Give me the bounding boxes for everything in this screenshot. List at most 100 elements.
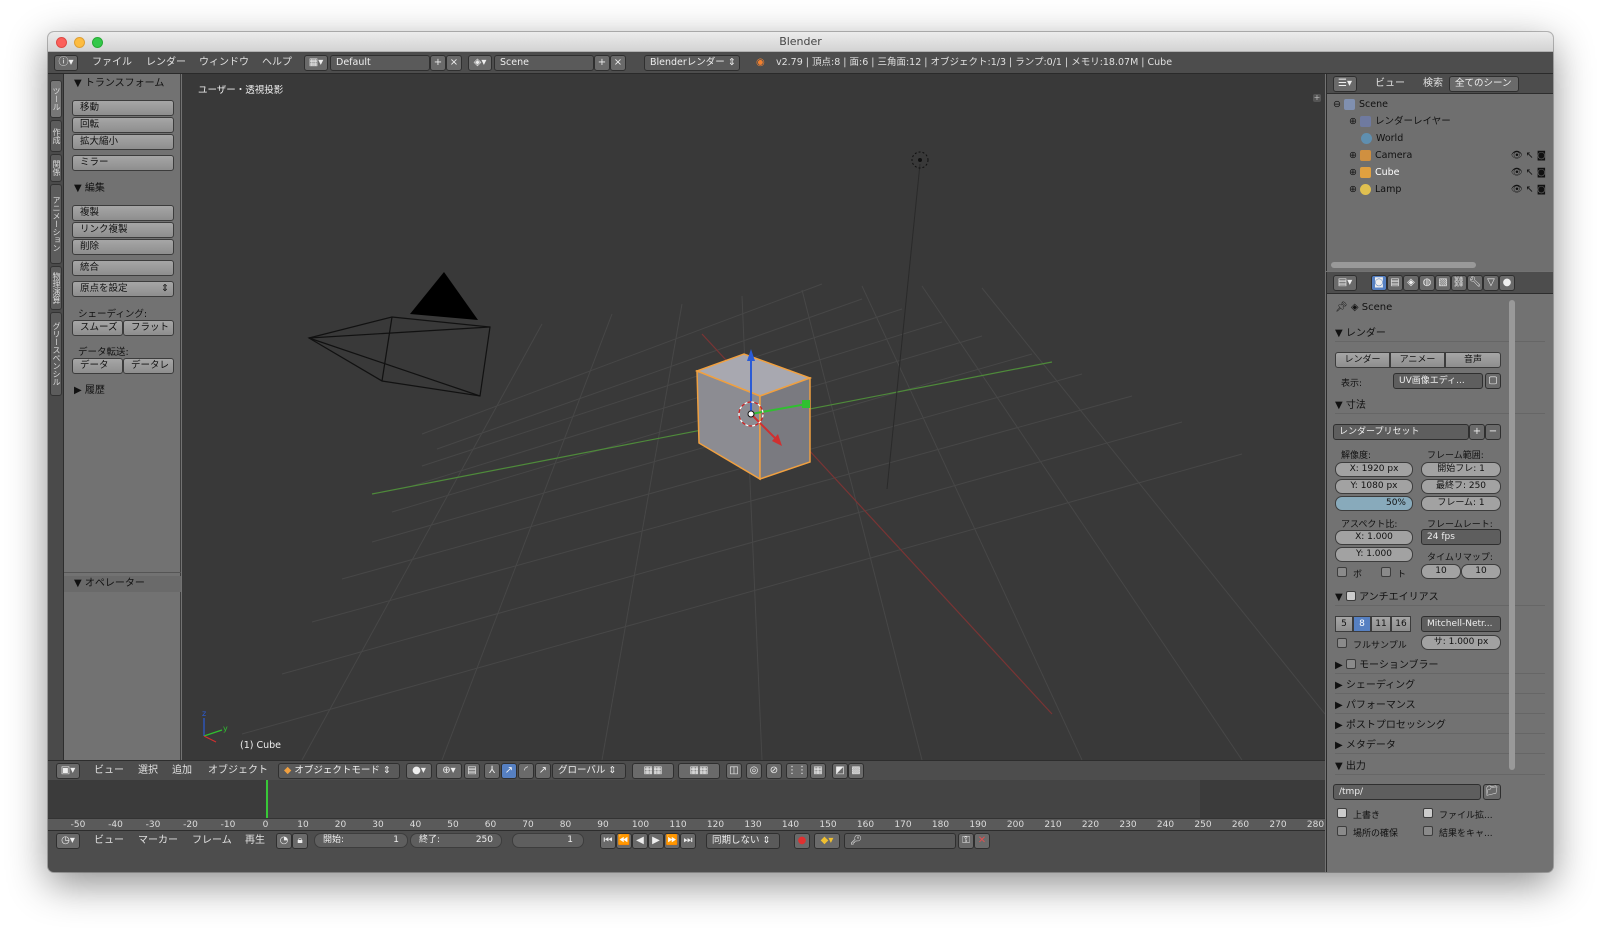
scale-manipulator-icon[interactable]: ◜: [518, 763, 534, 779]
start-frame-field[interactable]: 開始: 1: [314, 833, 408, 848]
menu-file[interactable]: ファイル: [92, 52, 132, 74]
orientation-dropdown[interactable]: グローバル ⇕: [552, 763, 626, 779]
menu-add[interactable]: 追加: [172, 761, 192, 781]
mode-dropdown[interactable]: ◆ オブジェクトモード ⇕: [278, 763, 400, 779]
overwrite-checkbox[interactable]: [1337, 808, 1347, 818]
render-anim-icon[interactable]: ▩: [848, 763, 864, 779]
lock-interface-icon[interactable]: ▢: [1485, 373, 1501, 389]
menu-window[interactable]: ウィンドウ: [199, 52, 249, 74]
menu-render[interactable]: レンダー: [146, 52, 186, 74]
editor-type-properties-icon[interactable]: ▤▾: [1333, 275, 1357, 291]
editor-type-3d-icon[interactable]: ▣▾: [56, 763, 80, 779]
current-frame-field[interactable]: 1: [512, 833, 584, 848]
outliner-menu-search[interactable]: 検索: [1423, 74, 1443, 94]
rotate-manipulator-icon[interactable]: ↗: [501, 763, 517, 779]
link-duplicate-button[interactable]: リンク複製: [72, 222, 174, 238]
menu-view[interactable]: ビュー: [94, 761, 124, 781]
tab-grease-pencil[interactable]: グリースペンシル: [50, 312, 62, 396]
display-mode-dropdown[interactable]: 全てのシーン: [1449, 76, 1519, 92]
modifier-context-icon[interactable]: 🔧︎: [1467, 275, 1483, 291]
3d-viewport[interactable]: z y ユーザー・透視投影 (1) Cube +: [182, 74, 1325, 760]
antialiasing-checkbox[interactable]: [1345, 591, 1356, 601]
audio-button[interactable]: 音声: [1445, 352, 1501, 368]
mirror-button[interactable]: ミラー: [72, 155, 174, 171]
editor-type-icon[interactable]: ⓘ▾: [54, 55, 78, 71]
folder-browse-icon[interactable]: 📁︎: [1483, 784, 1501, 800]
manipulator-toggle-icon[interactable]: ▤: [464, 763, 480, 779]
outliner-row-camera[interactable]: ⊕ Camera 👁︎ ↖ ◙: [1327, 147, 1553, 164]
filter-size-field[interactable]: サ: 1.000 px: [1421, 635, 1501, 650]
tab-tools[interactable]: ツール: [50, 80, 62, 118]
aa-samples-16[interactable]: 16: [1391, 616, 1411, 632]
material-context-icon[interactable]: ●: [1499, 275, 1515, 291]
output-path-field[interactable]: /tmp/: [1333, 784, 1481, 800]
frame-end-field[interactable]: 最終フ: 250: [1421, 479, 1501, 494]
remove-preset-icon[interactable]: −: [1485, 424, 1501, 440]
flat-button[interactable]: フラット: [123, 320, 174, 336]
aa-samples-11[interactable]: 11: [1371, 616, 1391, 632]
remove-scene-icon[interactable]: ×: [610, 55, 626, 71]
data-button[interactable]: データ: [72, 358, 123, 374]
snap-icon[interactable]: ⊘: [766, 763, 782, 779]
duplicate-button[interactable]: 複製: [72, 205, 174, 221]
menu-select[interactable]: 選択: [138, 761, 158, 781]
remap-old-field[interactable]: 10: [1421, 564, 1461, 579]
timeline-area[interactable]: [48, 780, 1325, 818]
full-sample-checkbox[interactable]: [1337, 638, 1347, 648]
file-extensions-checkbox[interactable]: [1423, 808, 1433, 818]
render-context-icon[interactable]: ◙: [1371, 275, 1387, 291]
aa-samples-5[interactable]: 5: [1335, 616, 1353, 632]
render-opengl-icon[interactable]: ◩: [832, 763, 848, 779]
remove-layout-icon[interactable]: ×: [446, 55, 462, 71]
data-layout-button[interactable]: データレ: [123, 358, 174, 374]
resolution-percent-slider[interactable]: 50%: [1335, 496, 1413, 511]
viewport-shading-icon[interactable]: ●▾: [406, 763, 432, 779]
visibility-icons[interactable]: 👁︎ ↖ ◙: [1511, 164, 1546, 181]
keying-set-field[interactable]: 🔑︎: [844, 833, 956, 849]
scene-icon[interactable]: ◈▾: [468, 55, 492, 71]
scene-field[interactable]: Scene: [494, 55, 594, 71]
aspect-x-field[interactable]: X: 1.000: [1335, 530, 1413, 545]
set-origin-dropdown[interactable]: 原点を設定 ⇕: [72, 281, 174, 297]
render-layer-context-icon[interactable]: ▤: [1387, 275, 1403, 291]
close-window-button[interactable]: [56, 37, 67, 48]
timeline-menu-playback[interactable]: 再生: [245, 831, 265, 851]
properties-scrollbar[interactable]: [1509, 300, 1515, 770]
outliner-row-render-layer[interactable]: ⊕ レンダーレイヤー: [1327, 113, 1553, 130]
sync-dropdown[interactable]: 同期しない ⇕: [706, 833, 780, 849]
play-icon[interactable]: ▶: [648, 833, 664, 849]
editor-type-timeline-icon[interactable]: ◷▾: [56, 833, 80, 849]
snap-target-icon[interactable]: ▦: [810, 763, 826, 779]
scene-context-icon[interactable]: ◈: [1403, 275, 1419, 291]
jump-start-icon[interactable]: ⏮: [600, 833, 616, 849]
render-engine-dropdown[interactable]: Blenderレンダー ⇕: [644, 55, 740, 71]
outliner-row-world[interactable]: World: [1327, 130, 1553, 147]
lock-layers-icon[interactable]: ◫: [726, 763, 742, 779]
minimize-window-button[interactable]: [74, 37, 85, 48]
edit-panel-header[interactable]: ▼ 編集: [64, 181, 181, 197]
editor-type-outliner-icon[interactable]: ☰▾: [1333, 76, 1357, 92]
camera-object[interactable]: [307, 316, 491, 397]
operator-panel-header[interactable]: ▼ オペレーター: [64, 576, 181, 592]
aa-filter-dropdown[interactable]: Mitchell-Netr...: [1421, 616, 1501, 632]
tab-physics[interactable]: 物理演算: [50, 266, 62, 310]
cache-result-checkbox[interactable]: [1423, 826, 1433, 836]
snap-element-icon[interactable]: ⋮⋮: [786, 763, 808, 779]
render-animation-button[interactable]: アニメー: [1390, 352, 1445, 368]
remap-new-field[interactable]: 10: [1461, 564, 1501, 579]
resolution-x-field[interactable]: X: 1920 px: [1335, 462, 1413, 477]
pivot-point-icon[interactable]: ⊕▾: [436, 763, 462, 779]
tab-create[interactable]: 作成: [50, 120, 62, 152]
play-reverse-icon[interactable]: ◀: [632, 833, 648, 849]
add-layout-icon[interactable]: +: [430, 55, 446, 71]
record-icon[interactable]: ●: [794, 833, 810, 849]
render-button[interactable]: レンダー: [1335, 352, 1390, 368]
jump-keyframe-forward-icon[interactable]: ⏩: [664, 833, 680, 849]
motion-blur-checkbox[interactable]: [1345, 659, 1356, 669]
outliner-row-lamp[interactable]: ⊕ Lamp 👁︎ ↖ ◙: [1327, 181, 1553, 198]
lock-range-icon[interactable]: 🔒︎: [292, 833, 308, 849]
render-preset-dropdown[interactable]: レンダープリセット: [1333, 424, 1469, 440]
preview-range-icon[interactable]: ◔: [276, 833, 292, 849]
outliner-row-scene[interactable]: ⊖ Scene: [1327, 96, 1553, 113]
object-context-icon[interactable]: ▧: [1435, 275, 1451, 291]
